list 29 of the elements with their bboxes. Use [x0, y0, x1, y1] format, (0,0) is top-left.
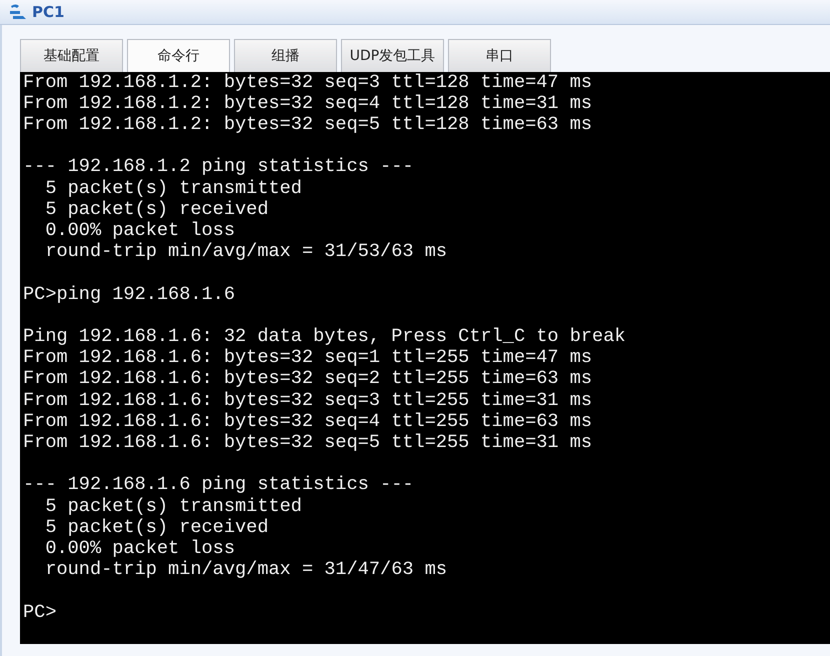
terminal-line: 5 packet(s) received [44, 198, 270, 220]
tab[interactable]: 基础配置 [20, 38, 123, 72]
terminal-line: From 192.168.1.2: bytes=32 seq=5 ttl=128 time=63 ms [23, 114, 594, 136]
tab[interactable]: 组播 [234, 38, 337, 72]
terminal-line: 0.00% packet loss [44, 220, 236, 242]
terminal-line: round-trip min/avg/max = 31/53/63 ms [44, 241, 448, 262]
terminal-line: 0.00% packet loss [44, 538, 236, 560]
terminal-line: From 192.168.1.6: bytes=32 seq=2 ttl=255 time=63 ms [23, 368, 594, 390]
terminal-line: From 192.168.1.6: bytes=32 seq=4 ttl=255 time=63 ms [23, 410, 594, 432]
tab[interactable]: 串口 [448, 38, 551, 72]
terminal-line: 5 packet(s) transmitted [44, 496, 303, 517]
terminal-line: 5 packet(s) received [44, 516, 270, 538]
terminal-line: From 192.168.1.6: bytes=32 seq=1 ttl=255 time=47 ms [23, 347, 594, 368]
terminal-line: From 192.168.1.2: bytes=32 seq=4 ttl=128 time=31 ms [23, 92, 594, 114]
terminal-console[interactable] [20, 72, 830, 644]
app-icon [8, 2, 28, 22]
terminal-line: --- 192.168.1.6 ping statistics --- [23, 474, 415, 496]
tab[interactable]: UDP发包工具 [341, 38, 444, 72]
terminal-line: From 192.168.1.6: bytes=32 seq=5 ttl=255 time=31 ms [23, 432, 594, 454]
terminal-line: PC> [23, 602, 58, 623]
window-title: PC1 [32, 2, 64, 21]
terminal-line: round-trip min/avg/max = 31/47/63 ms [44, 559, 448, 580]
terminal-line: 5 packet(s) transmitted [44, 178, 303, 199]
tab[interactable]: 命令行 [127, 38, 230, 72]
terminal-line: PC>ping 192.168.1.6 [23, 284, 236, 305]
terminal-line: --- 192.168.1.2 ping statistics --- [23, 156, 415, 178]
terminal-line: Ping 192.168.1.6: 32 data bytes, Press Ctrl_C to break [23, 326, 627, 348]
terminal-line: From 192.168.1.6: bytes=32 seq=3 ttl=255 time=31 ms [23, 390, 594, 411]
terminal-line: From 192.168.1.2: bytes=32 seq=3 ttl=128 time=47 ms [23, 72, 594, 93]
